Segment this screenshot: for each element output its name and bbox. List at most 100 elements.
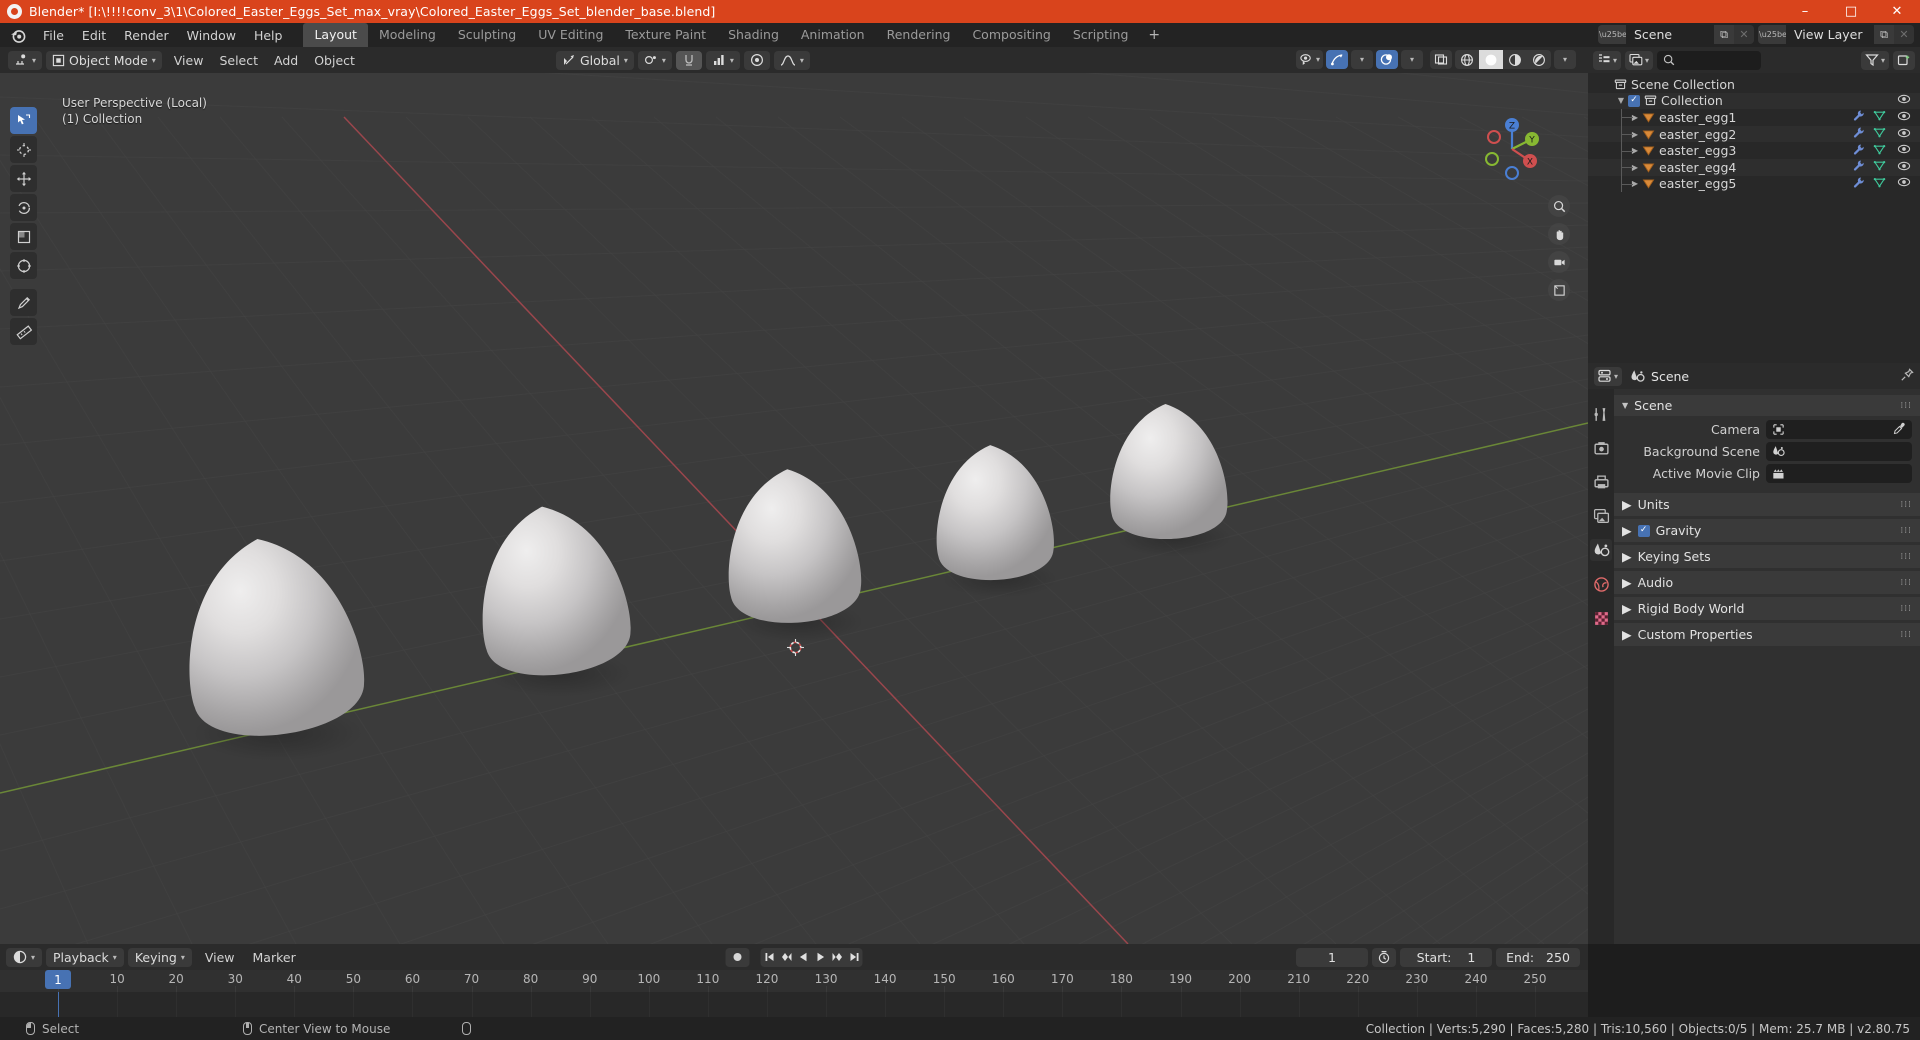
jump-to-start-button[interactable] — [760, 947, 778, 967]
panel-enable-checkbox[interactable]: ✓ — [1637, 524, 1650, 537]
workspace-tab-uv-editing[interactable]: UV Editing — [527, 23, 614, 47]
mesh-data-icon[interactable] — [1873, 159, 1886, 175]
tool-annotate[interactable] — [10, 289, 37, 316]
mesh-data-icon[interactable] — [1873, 126, 1886, 142]
snap-pivot-selector[interactable]: ▾ — [637, 50, 672, 70]
menu-help[interactable]: Help — [245, 25, 292, 46]
modifier-icon[interactable] — [1852, 143, 1865, 159]
tab-tool[interactable] — [1590, 403, 1612, 425]
xray-toggle[interactable] — [1430, 50, 1452, 69]
outliner-row[interactable]: ▶ easter_egg5 — [1588, 175, 1920, 193]
timeline-playhead[interactable]: 1 — [45, 970, 71, 989]
panel-audio[interactable]: ▶ Audio ⁞⁞⁞ — [1614, 571, 1920, 594]
viewport-menu-select[interactable]: Select — [211, 51, 266, 70]
workspace-tab-animation[interactable]: Animation — [790, 23, 876, 47]
add-workspace-button[interactable]: + — [1139, 25, 1169, 45]
show-gizmo-toggle[interactable] — [1326, 50, 1348, 69]
properties-editor-type-selector[interactable]: ▾ — [1594, 366, 1623, 386]
timeline-menu-marker[interactable]: Marker — [244, 947, 305, 968]
menu-window[interactable]: Window — [178, 25, 245, 46]
outliner-row[interactable]: ▶ easter_egg1 — [1588, 109, 1920, 126]
menu-edit[interactable]: Edit — [73, 25, 115, 46]
modifier-icon[interactable] — [1852, 176, 1865, 192]
timeline-track-area[interactable] — [0, 992, 1588, 1017]
current-frame-field[interactable]: 1 — [1296, 947, 1368, 967]
falloff-type-selector[interactable]: ▾ — [773, 50, 810, 70]
tool-transform[interactable] — [10, 252, 37, 279]
workspace-tab-rendering[interactable]: Rendering — [876, 23, 962, 47]
gizmo-options-dropdown[interactable]: ▾ — [1351, 50, 1373, 69]
timeline-menu-view[interactable]: View — [196, 947, 244, 968]
visibility-eye-icon[interactable] — [1897, 127, 1911, 142]
jump-to-end-button[interactable] — [845, 947, 863, 967]
zoom-icon[interactable] — [1548, 195, 1570, 217]
tool-cursor[interactable] — [10, 136, 37, 163]
proportional-edit-selector[interactable]: ▾ — [705, 50, 740, 70]
scene-panel-header[interactable]: ▼ Scene ⁞⁞⁞ — [1614, 395, 1920, 416]
viewport-menu-object[interactable]: Object — [306, 51, 363, 70]
play-reverse-button[interactable] — [794, 947, 812, 967]
scene-name[interactable]: Scene — [1626, 25, 1714, 44]
timeline-ruler[interactable]: 1102030405060708090100110120130140150160… — [0, 970, 1588, 992]
timeline-editor-type-selector[interactable]: ▾ — [6, 947, 43, 967]
mesh-data-icon[interactable] — [1873, 176, 1886, 192]
object-visibility-selector[interactable]: ▾ — [1295, 50, 1323, 69]
tool-rotate[interactable] — [10, 194, 37, 221]
outliner-search-input[interactable] — [1657, 50, 1762, 70]
workspace-tab-sculpting[interactable]: Sculpting — [447, 23, 527, 47]
tool-move[interactable] — [10, 165, 37, 192]
modifier-icon[interactable] — [1852, 109, 1865, 125]
property-field-active-movie-clip[interactable] — [1766, 464, 1912, 483]
camera-view-icon[interactable] — [1548, 251, 1570, 273]
outliner-editor[interactable]: ▾ ▾ ▾ Scene Collection ▼ ✓ Collection ▶ easte… — [1588, 47, 1920, 363]
new-collection-button[interactable] — [1893, 50, 1916, 70]
scene-icon[interactable]: \u25be — [1598, 25, 1627, 44]
shading-options-dropdown[interactable]: ▾ — [1554, 50, 1576, 69]
workspace-tab-modeling[interactable]: Modeling — [368, 23, 447, 47]
transform-orientation-selector[interactable]: Global ▾ — [556, 50, 634, 70]
visibility-eye-icon[interactable] — [1897, 110, 1911, 125]
workspace-tab-layout[interactable]: Layout — [303, 23, 368, 47]
view-layer-selector[interactable]: \u25be View Layer ⧉ ✕ — [1758, 25, 1914, 44]
properties-editor[interactable]: ▾ Scene ▼ Scene ⁞⁞⁞ Camera Background Sc… — [1588, 363, 1920, 944]
perspective-toggle-icon[interactable] — [1548, 279, 1570, 301]
timeline-editor[interactable]: ▾ Playback ▾ Keying ▾ View Marker 1 Star… — [0, 944, 1588, 1017]
tool-measure[interactable] — [10, 318, 37, 345]
blender-menu-icon[interactable] — [8, 25, 28, 45]
panel-units[interactable]: ▶ Units ⁞⁞⁞ — [1614, 493, 1920, 516]
interaction-mode-selector[interactable]: Object Mode ▾ — [46, 50, 162, 70]
show-overlays-toggle[interactable] — [1376, 50, 1398, 69]
modifier-icon[interactable] — [1852, 159, 1865, 175]
mesh-data-icon[interactable] — [1873, 109, 1886, 125]
tab-scene[interactable] — [1590, 539, 1612, 561]
workspace-tab-texture-paint[interactable]: Texture Paint — [614, 23, 717, 47]
new-scene-button[interactable]: ⧉ — [1714, 25, 1734, 44]
panel-custom-properties[interactable]: ▶ Custom Properties ⁞⁞⁞ — [1614, 623, 1920, 646]
shading-material-preview-button[interactable] — [1503, 50, 1527, 69]
menu-render[interactable]: Render — [115, 25, 178, 46]
tab-world[interactable] — [1590, 573, 1612, 595]
property-field-camera[interactable] — [1766, 420, 1912, 439]
pin-icon[interactable] — [1900, 367, 1914, 385]
outliner-row[interactable]: ▼ ✓ Collection — [1588, 92, 1920, 110]
3d-viewport[interactable]: User Perspective (Local) (1) Collection — [0, 47, 1588, 944]
disclosure-triangle-icon[interactable]: ▼ — [1614, 96, 1628, 105]
outliner-editor-type-selector[interactable]: ▾ — [1593, 50, 1622, 70]
remove-view-layer-button[interactable]: ✕ — [1894, 25, 1914, 44]
tab-texture[interactable] — [1590, 607, 1612, 629]
minimize-button[interactable]: – — [1782, 0, 1828, 23]
start-frame-field[interactable]: Start: 1 — [1400, 947, 1492, 967]
outliner-row[interactable]: ▶ easter_egg3 — [1588, 142, 1920, 159]
new-view-layer-button[interactable]: ⧉ — [1874, 25, 1894, 44]
tab-view-layer[interactable] — [1590, 505, 1612, 527]
viewport-menu-view[interactable]: View — [166, 51, 212, 70]
tab-output[interactable] — [1590, 471, 1612, 493]
outliner-filter-button[interactable]: ▾ — [1861, 50, 1890, 70]
outliner-row[interactable]: ▶ easter_egg2 — [1588, 125, 1920, 143]
tool-select-box[interactable] — [10, 107, 37, 134]
play-button[interactable] — [811, 947, 829, 967]
property-field-background-scene[interactable] — [1766, 442, 1912, 461]
outliner-display-mode-selector[interactable]: ▾ — [1625, 50, 1654, 70]
shading-solid-button[interactable] — [1479, 50, 1503, 69]
timeline-menu-playback[interactable]: Playback ▾ — [46, 947, 124, 967]
